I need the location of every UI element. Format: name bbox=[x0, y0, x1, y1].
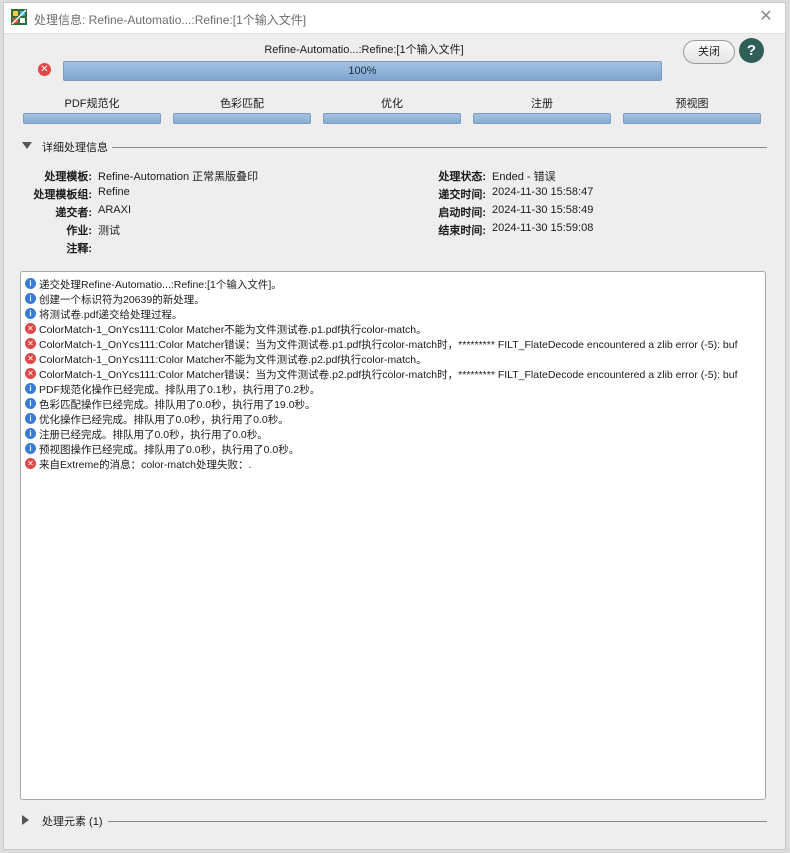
log-entry: ✕ ColorMatch-1_OnYcs111:Color Matcher不能为文… bbox=[21, 352, 765, 367]
log-entry-text: ColorMatch-1_OnYcs111:Color Matcher错误：当为… bbox=[39, 339, 738, 351]
log-entry: ✕ ColorMatch-1_OnYcs111:Color Matcher错误：当… bbox=[21, 367, 765, 382]
info-icon: i bbox=[25, 278, 36, 289]
submit-time-label: 递交时间: bbox=[438, 189, 486, 201]
log-entry: ✕ ColorMatch-1_OnYcs111:Color Matcher不能为文… bbox=[21, 322, 765, 337]
app-icon bbox=[11, 9, 27, 25]
log-entry: i 注册已经完成。排队用了0.0秒，执行用了0.0秒。 bbox=[21, 427, 765, 442]
log-entry-text: ColorMatch-1_OnYcs111:Color Matcher错误：当为… bbox=[39, 369, 738, 381]
template-row: 处理模板: Refine-Automation 正常黑版叠印 bbox=[44, 168, 259, 186]
job-name: Refine-Automatio...:Refine:[1个输入文件] bbox=[264, 44, 464, 56]
stage-progress-bar bbox=[623, 113, 761, 124]
progress-text: 100% bbox=[348, 65, 377, 77]
info-icon: i bbox=[25, 413, 36, 424]
log-entry: i PDF规范化操作已经完成。排队用了0.1秒，执行用了0.2秒。 bbox=[21, 382, 765, 397]
info-icon: i bbox=[25, 383, 36, 394]
log-entry: ✕ ColorMatch-1_OnYcs111:Color Matcher错误：当… bbox=[21, 337, 765, 352]
status-label: 处理状态: bbox=[438, 171, 486, 183]
stage-pdf-normalize: PDF规范化 bbox=[23, 95, 161, 124]
submitter-label: 递交者: bbox=[55, 207, 92, 219]
window-title: 处理信息: Refine-Automatio...:Refine:[1个输入文件… bbox=[34, 13, 307, 27]
stage-progress-bar bbox=[323, 113, 461, 124]
stage-label: 注册 bbox=[531, 98, 553, 110]
stage-label: 预视图 bbox=[675, 98, 709, 110]
section-divider bbox=[108, 821, 767, 822]
details-section-toggle[interactable]: 详细处理信息 bbox=[20, 139, 767, 155]
start-time-label: 启动时间: bbox=[438, 207, 486, 219]
template-value: Refine-Automation 正常黑版叠印 bbox=[98, 171, 259, 183]
error-icon: ✕ bbox=[25, 353, 36, 364]
job-label: 作业: bbox=[66, 225, 92, 237]
log-entry-text: 色彩匹配操作已经完成。排队用了0.0秒，执行用了19.0秒。 bbox=[39, 399, 316, 411]
log-entry-text: 递交处理Refine-Automatio...:Refine:[1个输入文件]。 bbox=[39, 279, 282, 291]
progress-bar: 100% bbox=[63, 61, 662, 81]
stage-optimize: 优化 bbox=[323, 95, 461, 124]
help-button[interactable]: ? bbox=[739, 38, 764, 63]
note-label: 注释: bbox=[66, 243, 92, 255]
template-group-value: Refine bbox=[98, 186, 130, 198]
elements-section-toggle[interactable]: 处理元素 (1) bbox=[20, 813, 767, 829]
log-entry-text: ColorMatch-1_OnYcs111:Color Matcher不能为文件… bbox=[39, 354, 427, 366]
elements-section-label: 处理元素 (1) bbox=[42, 816, 103, 828]
log-entry-text: 预视图操作已经完成。排队用了0.0秒，执行用了0.0秒。 bbox=[39, 444, 300, 456]
end-time-row: 结束时间: 2024-11-30 15:59:08 bbox=[438, 222, 594, 240]
template-label: 处理模板: bbox=[44, 171, 92, 183]
submitter-value: ARAXI bbox=[98, 204, 132, 216]
stage-register: 注册 bbox=[473, 95, 611, 124]
info-icon: i bbox=[25, 308, 36, 319]
log-entry-text: 将测试卷.pdf递交给处理过程。 bbox=[39, 309, 183, 321]
job-value: 测试 bbox=[98, 225, 120, 237]
stage-progress-bar bbox=[23, 113, 161, 124]
log-entry: i 优化操作已经完成。排队用了0.0秒，执行用了0.0秒。 bbox=[21, 412, 765, 427]
log-entry: ✕ 来自Extreme的消息：color-match处理失败：. bbox=[21, 457, 765, 472]
processing-info-window: 处理信息: Refine-Automatio...:Refine:[1个输入文件… bbox=[3, 2, 786, 850]
info-icon: i bbox=[25, 443, 36, 454]
stage-preview: 预视图 bbox=[623, 95, 761, 124]
submitter-row: 递交者: ARAXI bbox=[55, 204, 132, 222]
collapse-triangle-icon bbox=[22, 815, 29, 825]
log-entry: i 色彩匹配操作已经完成。排队用了0.0秒，执行用了19.0秒。 bbox=[21, 397, 765, 412]
start-time-value: 2024-11-30 15:58:49 bbox=[492, 204, 594, 216]
status-value: Ended - 错误 bbox=[492, 171, 556, 183]
end-time-value: 2024-11-30 15:59:08 bbox=[492, 222, 594, 234]
template-group-label: 处理模板组: bbox=[33, 189, 92, 201]
template-group-row: 处理模板组: Refine bbox=[33, 186, 130, 204]
log-entry-text: 来自Extreme的消息：color-match处理失败：. bbox=[39, 459, 252, 471]
stage-label: PDF规范化 bbox=[64, 98, 120, 110]
error-icon: ✕ bbox=[25, 323, 36, 334]
info-icon: i bbox=[25, 398, 36, 409]
log-entry-text: 创建一个标识符为20639的新处理。 bbox=[39, 294, 205, 306]
stage-color-match: 色彩匹配 bbox=[173, 95, 311, 124]
stage-progress-bar bbox=[173, 113, 311, 124]
title-bar: 处理信息: Refine-Automatio...:Refine:[1个输入文件… bbox=[4, 3, 785, 34]
log-entry: i 递交处理Refine-Automatio...:Refine:[1个输入文件]… bbox=[21, 277, 765, 292]
log-entry-text: PDF规范化操作已经完成。排队用了0.1秒，执行用了0.2秒。 bbox=[39, 384, 321, 396]
error-icon: ✕ bbox=[25, 458, 36, 469]
error-icon: ✕ bbox=[38, 63, 51, 76]
log-entry-text: 注册已经完成。排队用了0.0秒，执行用了0.0秒。 bbox=[39, 429, 268, 441]
info-icon: i bbox=[25, 428, 36, 439]
expand-triangle-icon bbox=[22, 142, 32, 149]
close-button[interactable]: 关闭 bbox=[683, 40, 735, 64]
status-row: 处理状态: Ended - 错误 bbox=[438, 168, 556, 186]
submit-time-row: 递交时间: 2024-11-30 15:58:47 bbox=[438, 186, 594, 204]
error-icon: ✕ bbox=[25, 368, 36, 379]
submit-time-value: 2024-11-30 15:58:47 bbox=[492, 186, 594, 198]
start-time-row: 启动时间: 2024-11-30 15:58:49 bbox=[438, 204, 594, 222]
log-entry: i 预视图操作已经完成。排队用了0.0秒，执行用了0.0秒。 bbox=[21, 442, 765, 457]
job-row: 作业: 测试 bbox=[66, 222, 120, 240]
message-log[interactable]: i 递交处理Refine-Automatio...:Refine:[1个输入文件]… bbox=[20, 271, 766, 800]
error-icon: ✕ bbox=[25, 338, 36, 349]
stage-progress-bar bbox=[473, 113, 611, 124]
stage-label: 色彩匹配 bbox=[220, 98, 264, 110]
section-divider bbox=[112, 147, 767, 148]
info-icon: i bbox=[25, 293, 36, 304]
details-section-label: 详细处理信息 bbox=[42, 142, 108, 154]
log-entry-text: ColorMatch-1_OnYcs111:Color Matcher不能为文件… bbox=[39, 324, 427, 336]
log-entry: i 将测试卷.pdf递交给处理过程。 bbox=[21, 307, 765, 322]
end-time-label: 结束时间: bbox=[438, 225, 486, 237]
window-close-button[interactable]: ✕ bbox=[755, 7, 777, 29]
stage-label: 优化 bbox=[381, 98, 403, 110]
log-entry: i 创建一个标识符为20639的新处理。 bbox=[21, 292, 765, 307]
log-entry-text: 优化操作已经完成。排队用了0.0秒，执行用了0.0秒。 bbox=[39, 414, 289, 426]
